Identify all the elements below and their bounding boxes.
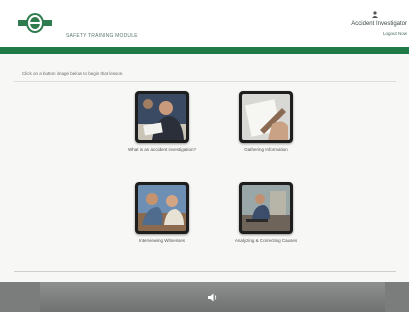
footer-left-panel: [0, 282, 40, 312]
lesson-tile-analyzing-causes[interactable]: Analyzing & Correcting Causes: [216, 182, 316, 244]
lesson-tile-label: Interviewing Witnesses: [138, 238, 186, 243]
header-accent-bar: [0, 47, 409, 54]
shield-logo-icon: [18, 13, 52, 33]
logout-link[interactable]: Logout Now: [383, 31, 407, 36]
header: SAFETY TRAINING MODULE Accident Investig…: [0, 0, 409, 46]
user-icon: [372, 11, 378, 18]
interview-photo-icon[interactable]: [135, 182, 189, 234]
app-screen: SAFETY TRAINING MODULE Accident Investig…: [0, 0, 409, 312]
lesson-tile-gathering-information[interactable]: Gathering Information: [216, 91, 316, 153]
writing-photo-icon[interactable]: [239, 91, 293, 143]
lesson-menu: Click on a button image below to begin t…: [0, 54, 409, 282]
instruction-text: Click on a button image below to begin t…: [22, 71, 124, 76]
meeting-photo-icon[interactable]: [135, 91, 189, 143]
lesson-tile-what-is-investigation[interactable]: What is an accident investigation?: [112, 91, 212, 153]
divider: [14, 81, 396, 82]
brand-text: SAFETY TRAINING MODULE: [66, 33, 138, 39]
lesson-tile-label: Gathering Information: [244, 147, 288, 152]
lesson-tile-label: What is an accident investigation?: [127, 147, 197, 152]
divider: [14, 271, 396, 272]
footer-bar: [0, 282, 409, 312]
lesson-tile-interviewing-witnesses[interactable]: Interviewing Witnesses: [112, 182, 212, 244]
speaker-icon[interactable]: [207, 292, 218, 303]
lesson-tile-label: Analyzing & Correcting Causes: [234, 238, 298, 243]
worksite-photo-icon[interactable]: [239, 182, 293, 234]
user-role-name: Accident Investigator: [351, 21, 407, 27]
footer-right-panel: [385, 282, 409, 312]
